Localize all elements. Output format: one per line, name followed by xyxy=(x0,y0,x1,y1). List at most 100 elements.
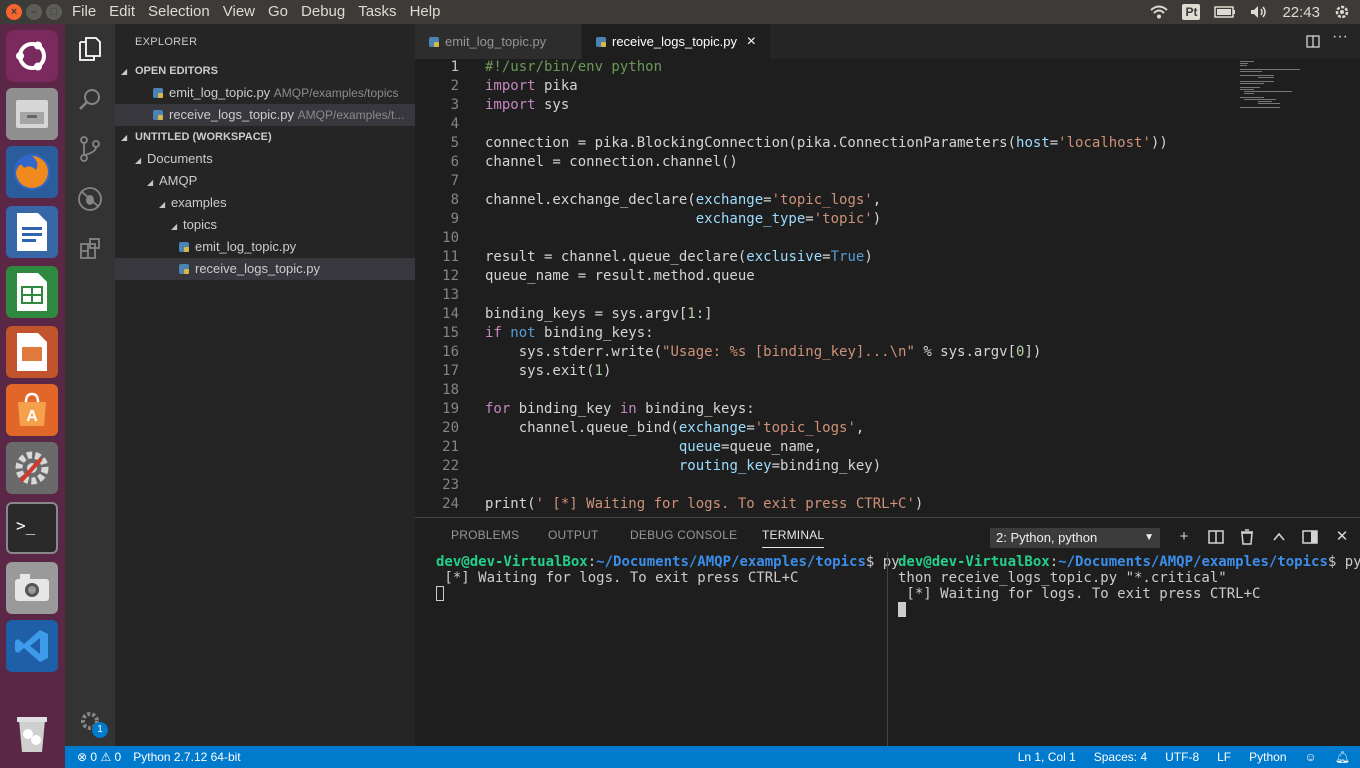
volume-icon[interactable] xyxy=(1250,5,1268,19)
software-center-icon[interactable]: A xyxy=(6,384,58,436)
warning-icon: ⚠ xyxy=(100,750,112,764)
line-number: 1 xyxy=(450,59,459,75)
line-number: 3 xyxy=(450,97,459,113)
battery-icon[interactable] xyxy=(1214,6,1236,18)
more-actions-icon[interactable]: ··· xyxy=(1332,28,1348,46)
close-tab-icon[interactable]: × xyxy=(747,33,756,50)
code-line: channel = connection.channel() xyxy=(485,154,738,170)
code-editor[interactable]: 1 2 3 4 5 6 7 8 9 10 11 12 13 14 15 16 17 18 19 20 21 22 23 24 … xyxy=(415,59,1360,517)
libreoffice-writer-icon[interactable] xyxy=(6,206,58,258)
code-line: import pika xyxy=(485,78,578,94)
python-interpreter[interactable]: Python 2.7.12 64-bit xyxy=(133,746,240,768)
notifications-bell-icon[interactable]: 🔔︎ xyxy=(1335,746,1350,768)
minimize-window-button[interactable]: – xyxy=(26,4,42,20)
line-number: 8 xyxy=(450,192,459,208)
terminal-select-value: 2: Python, python xyxy=(996,530,1098,545)
bottom-panel: PROBLEMS OUTPUT DEBUG CONSOLE TERMINAL 2… xyxy=(415,517,1360,747)
cursor-position[interactable]: Ln 1, Col 1 xyxy=(1018,746,1076,768)
clock[interactable]: 22:43 xyxy=(1282,4,1320,21)
maximize-panel-icon[interactable] xyxy=(1270,528,1288,546)
line-number: 13 xyxy=(442,287,459,303)
trash-icon[interactable] xyxy=(6,708,58,760)
menu-tasks[interactable]: Tasks xyxy=(358,3,396,20)
menu-help[interactable]: Help xyxy=(410,3,441,20)
problems-status[interactable]: ⊗ 0 ⚠ 0 xyxy=(77,746,121,768)
term-output: [*] Waiting for logs. To exit press CTRL… xyxy=(436,570,799,586)
manage-gear-icon[interactable]: 1 xyxy=(65,696,115,746)
explorer-title: EXPLORER xyxy=(135,36,198,48)
libreoffice-impress-icon[interactable] xyxy=(6,326,58,378)
libreoffice-calc-icon[interactable] xyxy=(6,266,58,318)
language-mode[interactable]: Python xyxy=(1249,746,1286,768)
open-editors-label: OPEN EDITORS xyxy=(135,65,218,77)
minimap[interactable] xyxy=(1240,59,1340,139)
tab-output[interactable]: OUTPUT xyxy=(548,528,599,542)
tab-terminal[interactable]: TERMINAL xyxy=(762,528,825,548)
open-editor-item[interactable]: emit_log_topic.py AMQP/examples/topics xyxy=(115,82,415,104)
menu-view[interactable]: View xyxy=(223,3,255,20)
term-path: ~/Documents/AMQP/examples/topics xyxy=(596,554,866,570)
terminal-app-icon[interactable]: >_ xyxy=(6,502,58,554)
new-terminal-icon[interactable]: + xyxy=(1175,528,1193,546)
code-line: print(' [*] Waiting for logs. To exit pr… xyxy=(485,496,924,512)
workspace-section[interactable]: ◢ UNTITLED (WORKSPACE) xyxy=(115,126,415,148)
chevron-down-icon: ◢ xyxy=(121,133,128,142)
tree-file-receive[interactable]: receive_logs_topic.py xyxy=(115,258,415,280)
menu-debug[interactable]: Debug xyxy=(301,3,345,20)
indentation[interactable]: Spaces: 4 xyxy=(1094,746,1147,768)
tree-folder-examples[interactable]: ◢ examples xyxy=(115,192,415,214)
power-gear-icon[interactable] xyxy=(1334,4,1350,20)
term-path: ~/Documents/AMQP/examples/topics xyxy=(1058,554,1328,570)
wifi-icon[interactable] xyxy=(1150,5,1169,19)
line-ending[interactable]: LF xyxy=(1217,746,1231,768)
line-number: 17 xyxy=(442,363,459,379)
toggle-panel-position-icon[interactable] xyxy=(1301,528,1319,546)
maximize-window-button[interactable]: □ xyxy=(46,4,62,20)
menu-edit[interactable]: Edit xyxy=(109,3,135,20)
terminal-pane-1[interactable]: dev@dev-VirtualBox:~/Documents/AMQP/exam… xyxy=(436,554,900,602)
terminal-select[interactable]: 2: Python, python ▼ xyxy=(990,528,1160,548)
terminal-pane-2[interactable]: dev@dev-VirtualBox:~/Documents/AMQP/exam… xyxy=(898,554,1360,618)
close-panel-icon[interactable]: ✕ xyxy=(1333,528,1351,546)
tab-problems[interactable]: PROBLEMS xyxy=(451,528,519,542)
encoding[interactable]: UTF-8 xyxy=(1165,746,1199,768)
svg-text:A: A xyxy=(26,408,38,425)
explorer-icon[interactable] xyxy=(65,24,115,74)
tab-receive-logs-topic[interactable]: receive_logs_topic.py × xyxy=(582,24,770,59)
tree-label: examples xyxy=(171,195,227,210)
trash-terminal-icon[interactable] xyxy=(1238,528,1256,546)
source-control-icon[interactable] xyxy=(65,124,115,174)
system-settings-icon[interactable] xyxy=(6,442,58,494)
extensions-icon[interactable] xyxy=(65,224,115,274)
tree-folder-amqp[interactable]: ◢ AMQP xyxy=(115,170,415,192)
firefox-icon[interactable] xyxy=(6,146,58,198)
split-terminal-icon[interactable] xyxy=(1207,528,1225,546)
screenshot-camera-icon[interactable] xyxy=(6,562,58,614)
ubuntu-dash-icon[interactable] xyxy=(6,30,58,82)
files-icon[interactable] xyxy=(6,88,58,140)
menu-file[interactable]: File xyxy=(72,3,96,20)
open-editor-item[interactable]: receive_logs_topic.py AMQP/examples/t... xyxy=(115,104,415,126)
tab-emit-log-topic[interactable]: emit_log_topic.py xyxy=(415,24,581,59)
open-editors-section[interactable]: ◢ OPEN EDITORS xyxy=(115,60,415,82)
search-icon[interactable] xyxy=(65,74,115,124)
tree-folder-documents[interactable]: ◢ Documents xyxy=(115,148,415,170)
split-editor-icon[interactable] xyxy=(1306,35,1320,48)
menu-selection[interactable]: Selection xyxy=(148,3,210,20)
code-line: for binding_key in binding_keys: xyxy=(485,401,755,417)
tree-file-emit[interactable]: emit_log_topic.py xyxy=(115,236,415,258)
system-tray: Pt 22:43 xyxy=(1150,0,1360,24)
folder-expanded-icon: ◢ xyxy=(135,156,142,165)
feedback-smiley-icon[interactable]: ☺ xyxy=(1305,746,1317,768)
tab-debug-console[interactable]: DEBUG CONSOLE xyxy=(630,528,737,542)
folder-expanded-icon: ◢ xyxy=(171,222,178,231)
tree-folder-topics[interactable]: ◢ topics xyxy=(115,214,415,236)
keyboard-layout-indicator[interactable]: Pt xyxy=(1182,4,1201,20)
terminal-divider[interactable] xyxy=(887,552,888,747)
menu-go[interactable]: Go xyxy=(268,3,288,20)
debug-icon[interactable] xyxy=(65,174,115,224)
vscode-icon[interactable] xyxy=(6,620,58,672)
close-window-button[interactable]: × xyxy=(6,4,22,20)
line-number: 10 xyxy=(442,230,459,246)
line-number: 12 xyxy=(442,268,459,284)
